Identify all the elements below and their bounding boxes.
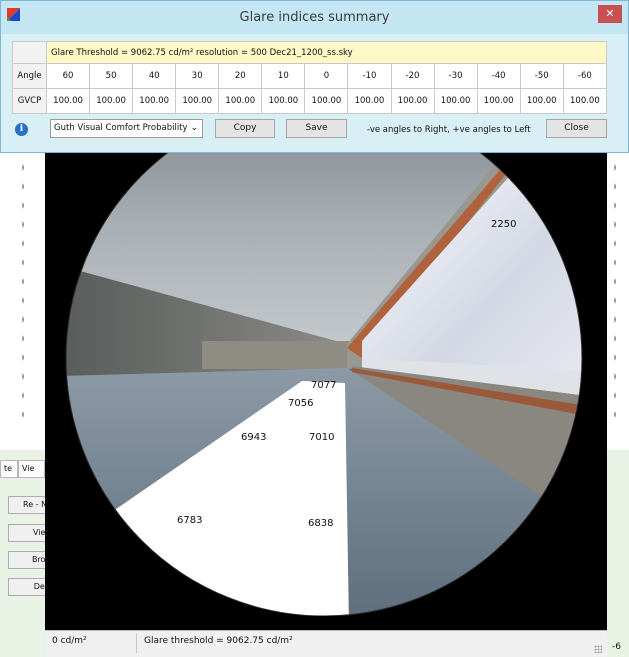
- gvcp-cell: 100.00: [89, 88, 134, 114]
- angle-cell: -60: [562, 63, 608, 89]
- glare-label: 7077: [311, 380, 337, 391]
- bg-tab-2[interactable]: Vie: [18, 460, 45, 478]
- angle-cell: -20: [390, 63, 435, 89]
- dialog-titlebar[interactable]: Glare indices summary ✕: [1, 1, 628, 34]
- grid-dots: [612, 158, 618, 418]
- glare-label: 7056: [288, 398, 314, 409]
- gvcp-cell: 100.00: [390, 88, 435, 114]
- angle-cell: 10: [261, 63, 306, 89]
- gvcp-cell: 100.00: [433, 88, 478, 114]
- status-bar: 0 cd/m² Glare threshold = 9062.75 cd/m²: [45, 630, 607, 657]
- copy-button[interactable]: Copy: [215, 119, 275, 138]
- metric-select-value: Guth Visual Comfort Probability: [54, 123, 188, 133]
- close-button[interactable]: Close: [546, 119, 607, 138]
- gvcp-cell: 100.00: [261, 88, 306, 114]
- metric-select[interactable]: Guth Visual Comfort Probability ⌄: [50, 119, 203, 138]
- table-corner: [12, 41, 47, 64]
- gvcp-cell: 100.00: [562, 88, 608, 114]
- bg-right-number: -6: [612, 642, 621, 652]
- status-divider: [136, 633, 137, 653]
- glare-label: 6783: [177, 515, 203, 526]
- grid-dots: [20, 158, 26, 418]
- angle-cell: -50: [519, 63, 564, 89]
- angle-row-header: Angle: [12, 63, 47, 89]
- glare-label: 6943: [241, 432, 267, 443]
- angle-cell: 40: [132, 63, 177, 89]
- angle-cell: 30: [175, 63, 220, 89]
- chevron-down-icon: ⌄: [190, 123, 198, 133]
- glare-table: Glare Threshold = 9062.75 cd/m² resoluti…: [12, 41, 608, 114]
- gvcp-cell: 100.00: [347, 88, 392, 114]
- gvcp-row-header: GVCP: [12, 88, 47, 114]
- luminance-readout: 0 cd/m²: [52, 636, 87, 646]
- gvcp-cell: 100.00: [476, 88, 521, 114]
- gvcp-cell: 100.00: [218, 88, 263, 114]
- glare-label: 6838: [308, 518, 334, 529]
- angle-hint: -ve angles to Right, +ve angles to Left: [367, 125, 531, 135]
- angle-cell: -40: [476, 63, 521, 89]
- gvcp-cell: 100.00: [304, 88, 349, 114]
- glare-label: 2250: [491, 219, 517, 230]
- glare-info-line: Glare Threshold = 9062.75 cd/m² resoluti…: [46, 41, 607, 64]
- angle-cell: 20: [218, 63, 263, 89]
- gvcp-cell: 100.00: [519, 88, 564, 114]
- gvcp-cell: 100.00: [132, 88, 177, 114]
- glare-summary-dialog: Glare indices summary ✕ Glare Threshold …: [0, 0, 629, 153]
- bg-tab-1[interactable]: te: [0, 460, 18, 478]
- angle-cell: -10: [347, 63, 392, 89]
- dialog-title: Glare indices summary: [239, 10, 390, 25]
- info-icon[interactable]: i: [15, 123, 28, 136]
- glare-label: 7010: [309, 432, 335, 443]
- angle-cell: 60: [45, 63, 91, 89]
- save-button[interactable]: Save: [286, 119, 347, 138]
- angle-cell: 0: [304, 63, 349, 89]
- angle-cell: 50: [89, 63, 134, 89]
- resize-grip[interactable]: [594, 645, 602, 653]
- threshold-readout: Glare threshold = 9062.75 cd/m²: [144, 636, 293, 646]
- fisheye-render: [65, 99, 583, 616]
- close-icon[interactable]: ✕: [598, 5, 622, 23]
- angle-cell: -30: [433, 63, 478, 89]
- gvcp-cell: 100.00: [175, 88, 220, 114]
- gvcp-cell: 100.00: [45, 88, 91, 114]
